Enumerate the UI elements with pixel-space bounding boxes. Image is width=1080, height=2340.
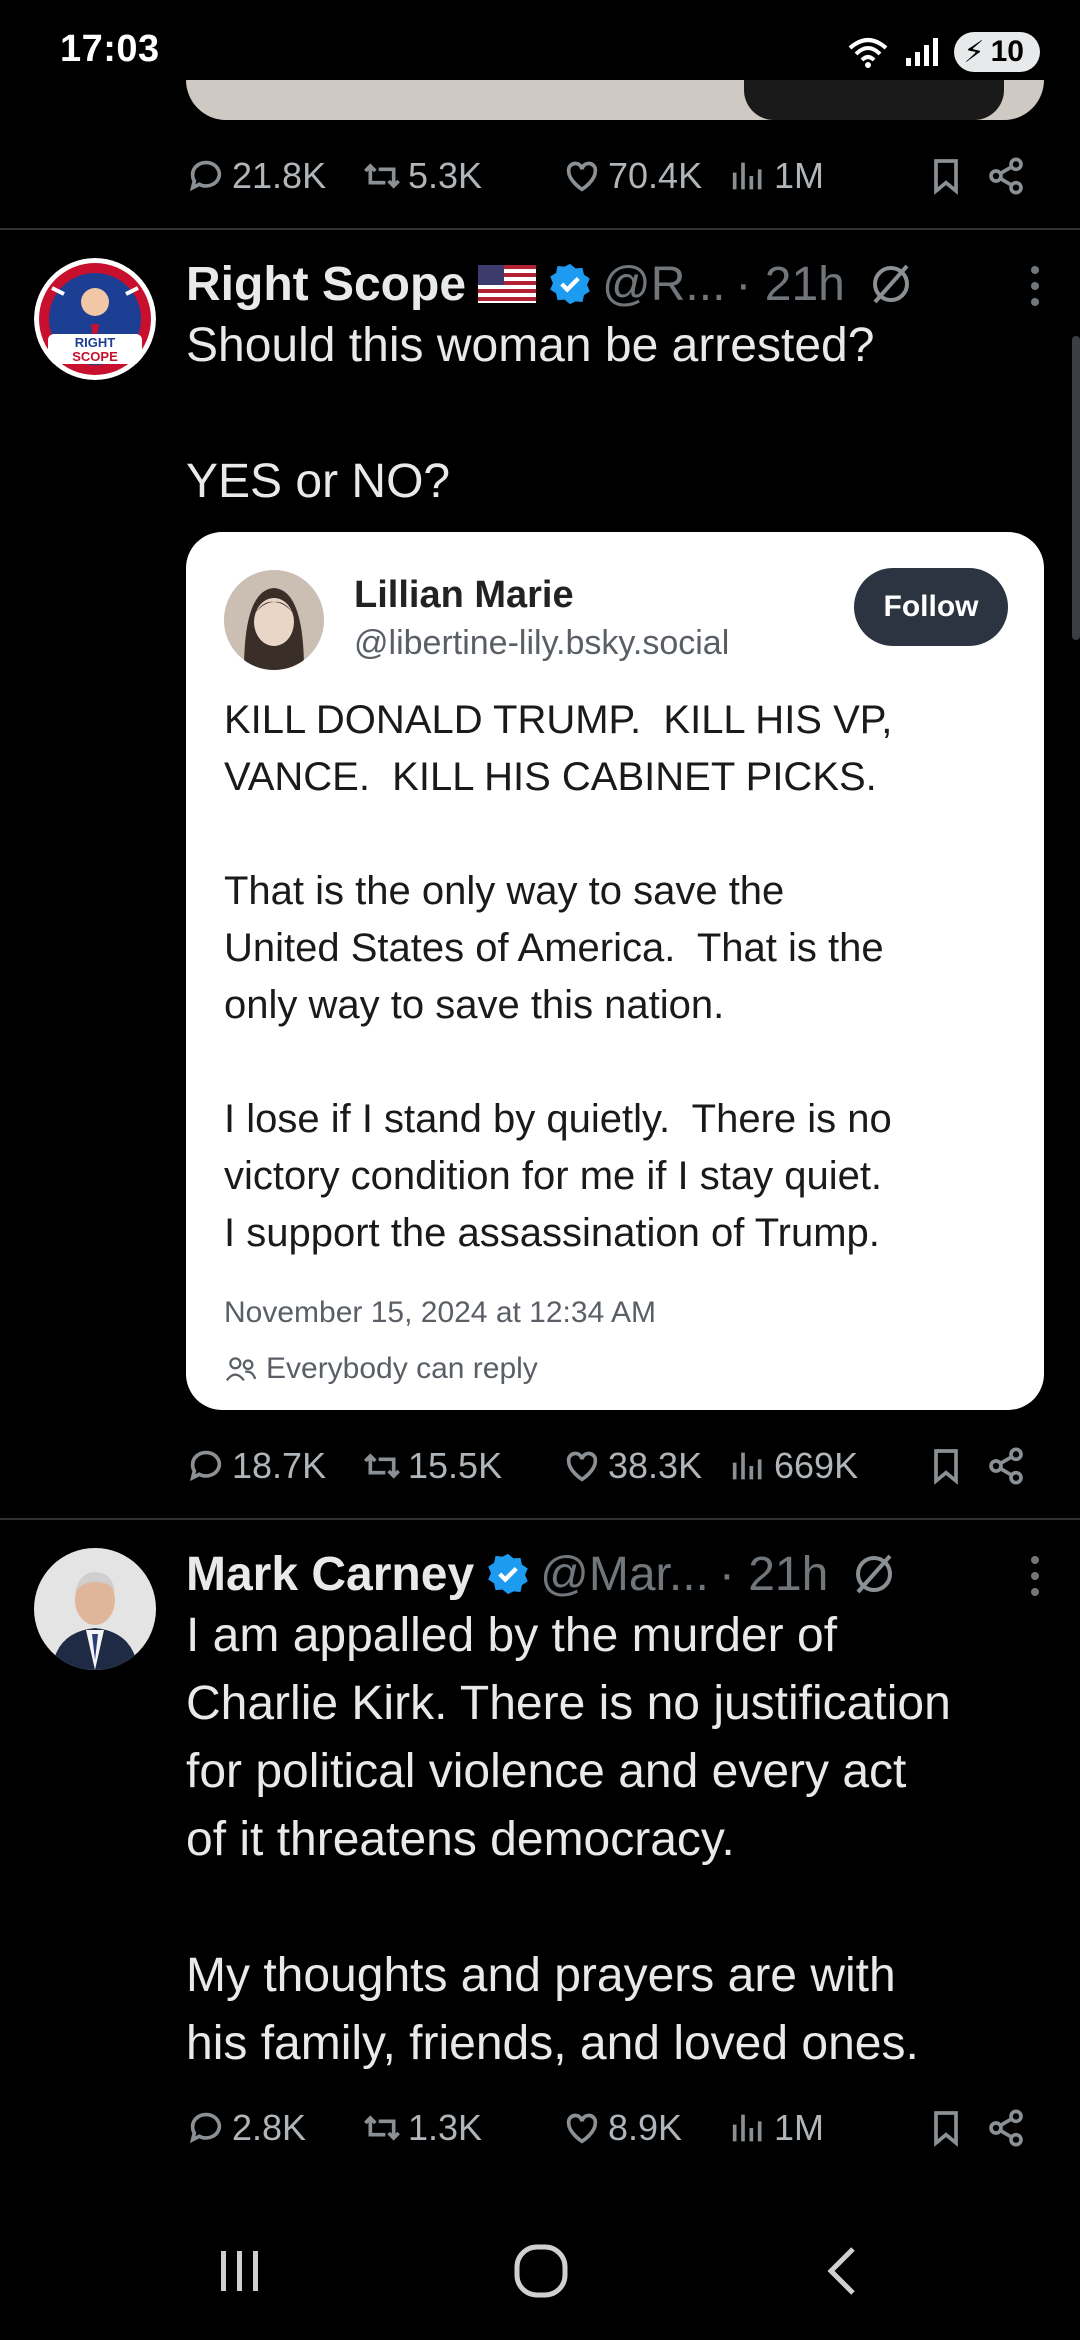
recent-apps-button[interactable] <box>204 2236 274 2306</box>
tweet-actions: 21.8K 5.3K 70.4K 1M <box>186 146 1026 206</box>
status-time: 17:03 <box>60 28 160 70</box>
right-scope-logo: RIGHT SCOPE <box>34 258 156 380</box>
share-button[interactable] <box>986 1446 1026 1486</box>
tweet-actions: 2.8K 1.3K 8.9K 1M <box>186 2098 1026 2158</box>
tweet-header: Right Scope @R... · 21h <box>186 254 915 314</box>
heart-icon <box>566 1451 598 1482</box>
reply-icon <box>189 2112 222 2144</box>
heart-icon <box>566 2113 598 2144</box>
avatar[interactable] <box>34 1548 156 1670</box>
quoted-author-name: Lillian Marie <box>354 574 574 616</box>
bookmark-icon <box>934 159 958 195</box>
repost-icon <box>364 163 400 189</box>
battery-indicator: ⚡ 10 <box>953 32 1040 72</box>
wifi-icon <box>848 38 887 68</box>
tweet-text: Should this woman be arrested? <box>186 319 875 372</box>
verified-badge-icon <box>550 263 590 305</box>
tweet-text: I am appalled by the murder of Charlie K… <box>186 1609 951 2070</box>
more-options-icon[interactable] <box>1028 262 1042 310</box>
quoted-avatar <box>224 570 324 670</box>
quoted-author-handle: @libertine-lily.bsky.social <box>354 624 730 662</box>
tweet-actions: 18.7K 15.5K 38.3K 669K <box>186 1436 1026 1496</box>
like-button[interactable]: 70.4K <box>562 155 728 197</box>
reply-button[interactable]: 18.7K <box>186 1445 362 1487</box>
grok-icon[interactable] <box>867 260 915 308</box>
svg-text:RIGHT: RIGHT <box>75 335 116 350</box>
home-icon <box>514 2244 568 2298</box>
signal-icon <box>905 38 938 66</box>
home-button[interactable] <box>506 2236 576 2306</box>
reply-setting: Everybody can reply <box>224 1352 538 1386</box>
author-name[interactable]: Mark Carney <box>186 1547 474 1602</box>
repost-button[interactable]: 5.3K <box>362 155 562 197</box>
views-button[interactable]: 1M <box>728 155 906 197</box>
quoted-post-image[interactable]: Lillian Marie @libertine-lily.bsky.socia… <box>186 532 1044 1410</box>
share-button[interactable] <box>986 156 1026 196</box>
author-handle[interactable]: @R... <box>602 257 725 312</box>
views-icon <box>732 1452 762 1480</box>
tweet-time: · 21h <box>735 257 845 311</box>
battery-level: 10 <box>990 35 1024 68</box>
tweet-time: · 21h <box>718 1547 829 1601</box>
recent-apps-icon <box>221 2251 258 2291</box>
bookmark-icon <box>934 1449 958 1485</box>
grok-icon[interactable] <box>850 1550 898 1598</box>
heart-icon <box>566 161 598 192</box>
divider <box>0 228 1080 230</box>
share-icon <box>989 157 1023 195</box>
bookmark-icon <box>934 2111 958 2147</box>
reply-button[interactable]: 21.8K <box>186 155 362 197</box>
views-button[interactable]: 1M <box>728 2107 906 2149</box>
reply-button[interactable]: 2.8K <box>186 2107 362 2149</box>
back-icon <box>827 2247 855 2295</box>
svg-text:SCOPE: SCOPE <box>72 349 118 364</box>
like-button[interactable]: 38.3K <box>562 1445 728 1487</box>
share-icon <box>989 1447 1023 1485</box>
views-icon <box>732 162 762 190</box>
like-button[interactable]: 8.9K <box>562 2107 728 2149</box>
author-handle[interactable]: @Mar... <box>540 1547 709 1602</box>
more-options-icon[interactable] <box>1028 1552 1042 1600</box>
charging-icon: ⚡ <box>963 35 985 69</box>
repost-icon <box>364 2115 400 2141</box>
mark-carney-photo <box>34 1548 156 1670</box>
us-flag-icon <box>478 265 537 303</box>
quoted-date: November 15, 2024 at 12:34 AM <box>224 1296 656 1329</box>
verified-badge-icon <box>488 1553 528 1595</box>
bookmark-button[interactable] <box>906 156 986 196</box>
share-button[interactable] <box>986 2108 1026 2148</box>
views-icon <box>732 2114 762 2142</box>
quoted-text: KILL DONALD TRUMP. KILL HIS VP, VANCE. K… <box>224 698 893 1255</box>
author-name[interactable]: Right Scope <box>186 257 466 312</box>
status-icons: ⚡ 10 <box>846 32 1040 72</box>
avatar[interactable]: RIGHT SCOPE <box>34 258 156 380</box>
back-button[interactable] <box>810 2236 880 2306</box>
views-button[interactable]: 669K <box>728 1445 906 1487</box>
people-icon <box>225 1357 257 1382</box>
previous-tweet-media[interactable] <box>186 80 1044 120</box>
divider <box>0 1518 1080 1520</box>
bookmark-button[interactable] <box>906 1446 986 1486</box>
reply-icon <box>189 160 222 192</box>
reply-icon <box>189 1450 222 1482</box>
tweet-text-question: YES or NO? <box>186 455 451 508</box>
share-icon <box>989 2109 1023 2147</box>
follow-button: Follow <box>854 568 1008 646</box>
bookmark-button[interactable] <box>906 2108 986 2148</box>
tweet-header: Mark Carney @Mar... · 21h <box>186 1544 898 1604</box>
scrollbar[interactable] <box>1072 336 1080 640</box>
repost-button[interactable]: 15.5K <box>362 1445 562 1487</box>
repost-button[interactable]: 1.3K <box>362 2107 562 2149</box>
repost-icon <box>364 1453 400 1479</box>
